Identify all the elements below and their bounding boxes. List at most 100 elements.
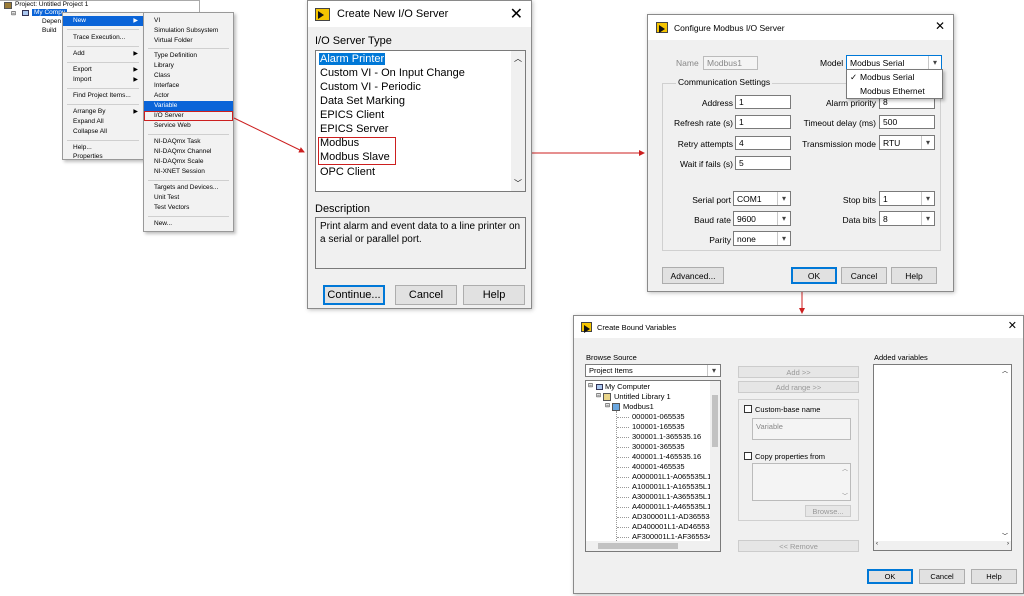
list-hscroll[interactable]: ‹ › bbox=[874, 541, 1011, 550]
close-icon[interactable]: ✕ bbox=[510, 4, 523, 24]
scroll-up-icon[interactable]: ︿ bbox=[842, 464, 848, 473]
help-button[interactable]: Help bbox=[463, 285, 525, 305]
help-button[interactable]: Help bbox=[971, 569, 1017, 584]
add-button[interactable]: Add >> bbox=[738, 366, 859, 378]
tree-item[interactable]: AF300001L1-AF365534L bbox=[632, 532, 716, 541]
refresh-field[interactable]: 1 bbox=[735, 115, 791, 129]
continue-button[interactable]: Continue... bbox=[323, 285, 385, 305]
timeout-field[interactable]: 500 bbox=[879, 115, 935, 129]
tree-root[interactable]: My Computer bbox=[605, 382, 650, 391]
chevron-down-icon: ▾ bbox=[921, 136, 934, 149]
cancel-button[interactable]: Cancel bbox=[919, 569, 965, 584]
browse-button[interactable]: Browse... bbox=[805, 505, 851, 517]
chevron-down-icon: ▾ bbox=[777, 212, 790, 225]
name-field: Modbus1 bbox=[703, 56, 758, 70]
scroll-up-icon[interactable]: ︿ bbox=[514, 53, 522, 64]
scroll-right-icon[interactable]: › bbox=[1007, 541, 1009, 547]
source-tree[interactable]: ⊟ My Computer ⊟ Untitled Library 1 ⊟ Mod… bbox=[585, 380, 721, 552]
list-item[interactable]: Custom VI - Periodic bbox=[320, 81, 421, 93]
tree-item[interactable]: 300001.1-365535.16 bbox=[632, 432, 701, 441]
chevron-down-icon: ▾ bbox=[921, 212, 934, 225]
cancel-button[interactable]: Cancel bbox=[395, 285, 457, 305]
help-button[interactable]: Help bbox=[891, 267, 937, 284]
serial-select[interactable]: COM1 ▾ bbox=[733, 191, 791, 206]
copy-props-checkbox[interactable] bbox=[744, 452, 752, 460]
tree-item[interactable]: AD400001L1-AD465534L bbox=[632, 522, 718, 531]
advanced-button[interactable]: Advanced... bbox=[662, 267, 724, 284]
wait-label: Wait if fails (s) bbox=[679, 159, 733, 169]
data-bits-select[interactable]: 8 ▾ bbox=[879, 211, 935, 226]
ok-button[interactable]: OK bbox=[791, 267, 837, 284]
chevron-down-icon: ▾ bbox=[777, 192, 790, 205]
model-select[interactable]: Modbus Serial ▾ bbox=[846, 55, 942, 70]
tree-item[interactable]: 100001-165535 bbox=[632, 422, 685, 431]
transmission-select[interactable]: RTU ▾ bbox=[879, 135, 935, 150]
list-item[interactable]: EPICS Server bbox=[320, 123, 388, 135]
create-bound-variables-dialog: Create Bound Variables ✕ Browse Source P… bbox=[573, 315, 1024, 594]
model-option[interactable]: Modbus Serial bbox=[860, 72, 914, 82]
collapse-icon[interactable]: ⊟ bbox=[588, 382, 593, 389]
scroll-up-icon[interactable]: ︿ bbox=[1002, 366, 1008, 375]
labview-icon bbox=[656, 22, 668, 33]
list-item[interactable]: Data Set Marking bbox=[320, 95, 405, 107]
tree-connector bbox=[617, 467, 629, 468]
data-bits-label: Data bits bbox=[842, 215, 876, 225]
tree-item[interactable]: 400001-465535 bbox=[632, 462, 685, 471]
scroll-down-icon[interactable]: ﹀ bbox=[842, 491, 848, 500]
copy-props-box[interactable]: ︿ ﹀ bbox=[752, 463, 851, 501]
close-icon[interactable]: ✕ bbox=[1008, 319, 1017, 332]
collapse-icon[interactable]: ⊟ bbox=[605, 402, 610, 409]
tree-hscroll[interactable] bbox=[586, 541, 720, 551]
model-dropdown-list: ✓ Modbus Serial Modbus Ethernet bbox=[846, 69, 943, 99]
description-box: Print alarm and event data to a line pri… bbox=[315, 217, 526, 269]
scroll-left-icon[interactable]: ‹ bbox=[876, 541, 878, 547]
serial-label: Serial port bbox=[692, 195, 731, 205]
tree-item[interactable]: A300001L1-A365535L1 bbox=[632, 492, 711, 501]
labview-icon bbox=[581, 322, 592, 333]
remove-button[interactable]: << Remove bbox=[738, 540, 859, 552]
parity-select[interactable]: none ▾ bbox=[733, 231, 791, 246]
copy-props-label: Copy properties from bbox=[755, 452, 826, 461]
collapse-icon[interactable]: ⊟ bbox=[596, 392, 601, 399]
custom-base-field[interactable]: Variable bbox=[752, 418, 851, 440]
tree-item[interactable]: 300001-365535 bbox=[632, 442, 685, 451]
added-variables-list[interactable]: ︿ ﹀ ‹ › bbox=[873, 364, 1012, 551]
tree-modbus[interactable]: Modbus1 bbox=[623, 402, 654, 411]
tree-item[interactable]: A400001L1-A465535L1 bbox=[632, 502, 711, 511]
list-item[interactable]: Custom VI - On Input Change bbox=[320, 67, 465, 79]
chevron-down-icon: ▾ bbox=[928, 56, 941, 69]
tree-vscroll[interactable] bbox=[710, 381, 720, 541]
baud-select[interactable]: 9600 ▾ bbox=[733, 211, 791, 226]
wait-field[interactable]: 5 bbox=[735, 156, 791, 170]
scroll-down-icon[interactable]: ﹀ bbox=[1002, 531, 1008, 540]
tree-connector bbox=[617, 497, 629, 498]
tree-item[interactable]: A100001L1-A165535L1 bbox=[632, 482, 711, 491]
list-item[interactable]: OPC Client bbox=[320, 166, 375, 178]
dialog-title: Create New I/O Server bbox=[337, 8, 449, 20]
tree-library[interactable]: Untitled Library 1 bbox=[614, 392, 671, 401]
parity-label: Parity bbox=[709, 235, 731, 245]
tree-connector bbox=[617, 447, 629, 448]
modbus-highlight bbox=[318, 137, 396, 165]
custom-base-checkbox[interactable] bbox=[744, 405, 752, 413]
scrollbar[interactable]: ︿ ﹀ bbox=[511, 51, 525, 191]
list-item[interactable]: EPICS Client bbox=[320, 109, 384, 121]
stop-bits-select[interactable]: 1 ▾ bbox=[879, 191, 935, 206]
address-field[interactable]: 1 bbox=[735, 95, 791, 109]
io-type-list[interactable]: Alarm Printer Custom VI - On Input Chang… bbox=[315, 50, 526, 192]
browse-source-select[interactable]: Project Items ▾ bbox=[585, 364, 721, 377]
tree-item[interactable]: 000001-065535 bbox=[632, 412, 685, 421]
tree-item[interactable]: A000001L1-A065535L1 bbox=[632, 472, 711, 481]
model-option[interactable]: Modbus Ethernet bbox=[860, 86, 925, 96]
tree-item[interactable]: 400001.1-465535.16 bbox=[632, 452, 701, 461]
tree-item[interactable]: AD300001L1-AD365534L bbox=[632, 512, 718, 521]
list-item[interactable]: Alarm Printer bbox=[319, 53, 386, 65]
cancel-button[interactable]: Cancel bbox=[841, 267, 887, 284]
create-io-server-dialog: Create New I/O Server ✕ I/O Server Type … bbox=[307, 0, 532, 309]
close-icon[interactable]: ✕ bbox=[935, 19, 945, 33]
scroll-down-icon[interactable]: ﹀ bbox=[514, 178, 522, 189]
retry-field[interactable]: 4 bbox=[735, 136, 791, 150]
add-range-button[interactable]: Add range >> bbox=[738, 381, 859, 393]
tree-connector bbox=[617, 527, 629, 528]
ok-button[interactable]: OK bbox=[867, 569, 913, 584]
